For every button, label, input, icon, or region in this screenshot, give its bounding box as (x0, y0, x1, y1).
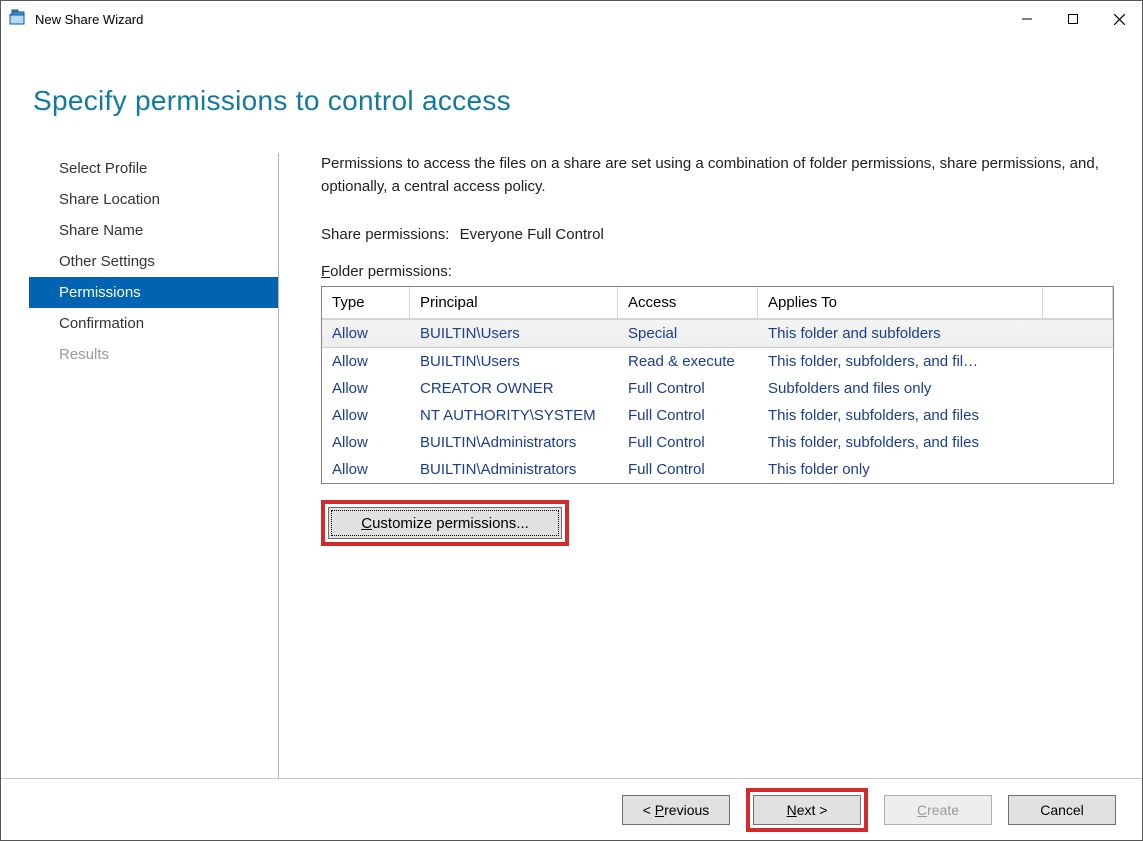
table-header: Type Principal Access Applies To (322, 287, 1113, 319)
step-results: Results (29, 339, 278, 370)
step-share-name[interactable]: Share Name (29, 215, 278, 246)
app-icon (9, 8, 27, 31)
col-access[interactable]: Access (618, 287, 758, 319)
window-controls (1004, 3, 1142, 35)
step-other-settings[interactable]: Other Settings (29, 246, 278, 277)
table-row[interactable]: Allow BUILTIN\Users Special This folder … (322, 319, 1113, 348)
table-row[interactable]: Allow BUILTIN\Users Read & execute This … (322, 348, 1113, 375)
permissions-table[interactable]: Type Principal Access Applies To Allow B… (321, 286, 1114, 484)
page-heading: Specify permissions to control access (33, 85, 1114, 117)
minimize-button[interactable] (1004, 3, 1050, 35)
wizard-window: New Share Wizard Specify permissions to … (0, 0, 1143, 841)
maximize-button[interactable] (1050, 3, 1096, 35)
description-text: Permissions to access the files on a sha… (321, 153, 1114, 198)
previous-button[interactable]: < Previous (622, 795, 730, 825)
customize-permissions-button[interactable]: Customize permissions... (328, 507, 562, 539)
footer: < Previous Next > Create Cancel (1, 778, 1142, 840)
col-applies[interactable]: Applies To (758, 287, 1043, 319)
next-button[interactable]: Next > (753, 795, 861, 825)
cancel-button[interactable]: Cancel (1008, 795, 1116, 825)
step-select-profile[interactable]: Select Profile (29, 153, 278, 184)
create-button: Create (884, 795, 992, 825)
col-spacer (1043, 287, 1113, 319)
window-title: New Share Wizard (35, 12, 143, 27)
col-type[interactable]: Type (322, 287, 410, 319)
table-body: Allow BUILTIN\Users Special This folder … (322, 319, 1113, 483)
right-pane: Permissions to access the files on a sha… (279, 153, 1114, 778)
main-row: Select Profile Share Location Share Name… (29, 153, 1114, 778)
table-row[interactable]: Allow BUILTIN\Administrators Full Contro… (322, 456, 1113, 483)
customize-highlight: Customize permissions... (321, 500, 569, 546)
title-left: New Share Wizard (9, 8, 143, 31)
table-row[interactable]: Allow CREATOR OWNER Full Control Subfold… (322, 375, 1113, 402)
share-perm-value: Everyone Full Control (460, 226, 604, 243)
titlebar: New Share Wizard (1, 1, 1142, 37)
step-permissions[interactable]: Permissions (29, 277, 278, 308)
table-row[interactable]: Allow BUILTIN\Administrators Full Contro… (322, 429, 1113, 456)
col-principal[interactable]: Principal (410, 287, 618, 319)
share-perm-label: Share permissions: (321, 226, 449, 243)
wizard-steps: Select Profile Share Location Share Name… (29, 153, 279, 778)
close-button[interactable] (1096, 3, 1142, 35)
content-area: Specify permissions to control access Se… (1, 37, 1142, 778)
share-permissions: Share permissions: Everyone Full Control (321, 226, 1114, 243)
step-confirmation[interactable]: Confirmation (29, 308, 278, 339)
step-share-location[interactable]: Share Location (29, 184, 278, 215)
next-highlight: Next > (746, 788, 868, 832)
folder-perm-label: Folder permissions: (321, 263, 1114, 280)
table-row[interactable]: Allow NT AUTHORITY\SYSTEM Full Control T… (322, 402, 1113, 429)
